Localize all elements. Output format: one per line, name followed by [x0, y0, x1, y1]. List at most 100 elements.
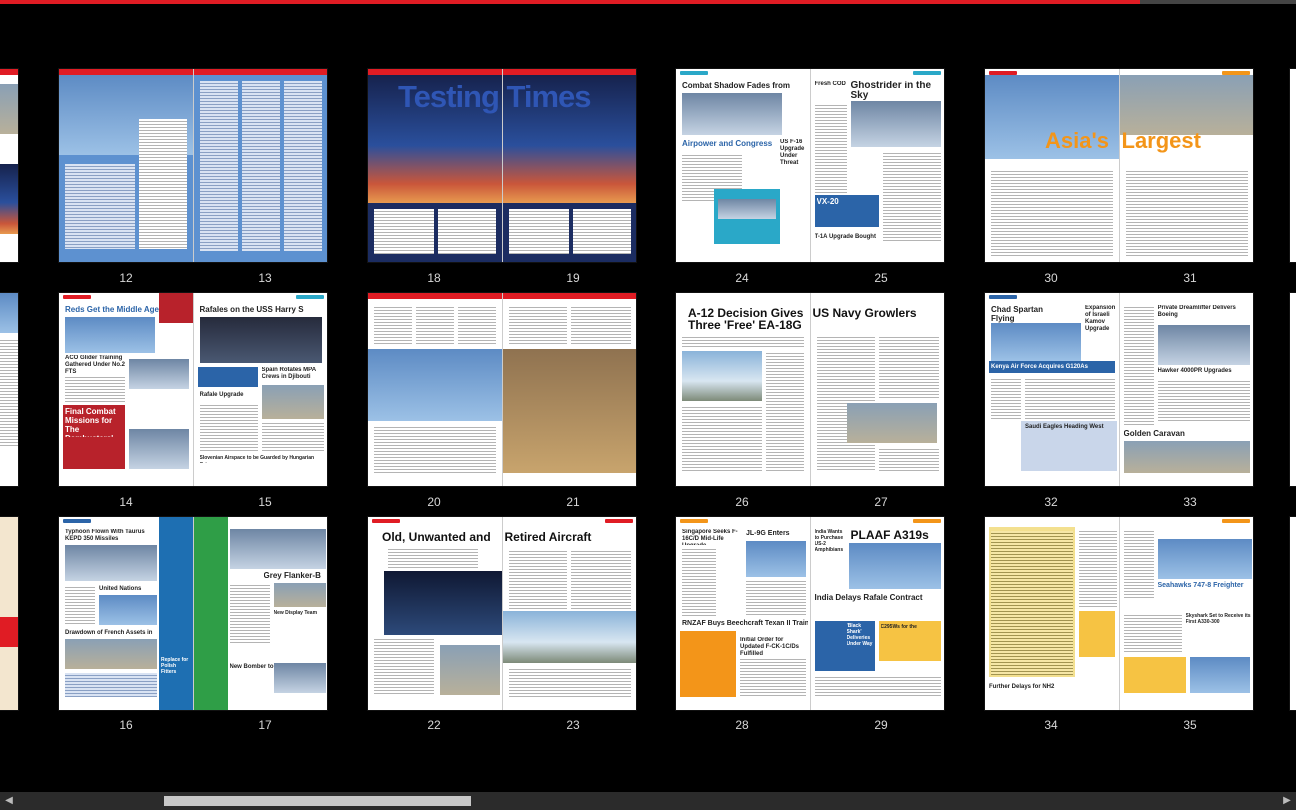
- headline: Singapore Seeks F-16C/D Mid-Life Upgrade: [682, 529, 738, 545]
- partial-spread-thumbnail[interactable]: [0, 293, 18, 486]
- page-number-label: 18: [427, 271, 441, 285]
- headline: Final Combat Missions for The Dambusters…: [65, 407, 116, 437]
- spread-34-35-thumbnail[interactable]: Further Delays for NH2 Seahawks 747-8 Fr…: [985, 517, 1253, 710]
- page-number-label: 29: [874, 718, 888, 732]
- spread-14-15-thumbnail[interactable]: Reds Get the Middle Age Blues ACO Glider…: [59, 293, 327, 486]
- headline: Golden Caravan: [1123, 429, 1185, 438]
- text-block: [814, 103, 847, 193]
- page-number-label: 30: [1044, 271, 1058, 285]
- scroll-right-arrow-icon[interactable]: ▶: [1278, 792, 1296, 810]
- text-block: [374, 305, 412, 345]
- headline: A-12 Decision Gives Three 'Free' EA-18G: [688, 307, 804, 332]
- page-thumbnail: Combat Shadow Fades from RAF Mildenhall …: [676, 69, 810, 262]
- section-tag: [1221, 519, 1250, 523]
- page-thumbnail: Further Delays for NH2: [985, 517, 1119, 710]
- section-tag: [912, 71, 941, 75]
- headline: VX-20 Poseidon: [816, 197, 839, 206]
- text-block: [570, 305, 631, 345]
- spread-30-31-thumbnail[interactable]: Asia's Largest: [985, 69, 1253, 262]
- text-block: [814, 675, 941, 697]
- spread-22-23-thumbnail[interactable]: Old, Unwanted and Retired Aircraft: [368, 517, 636, 710]
- article-title: Testing: [398, 79, 500, 114]
- spread-20-21-thumbnail[interactable]: [368, 293, 636, 486]
- headline: Further Delays for NH2: [989, 684, 1055, 690]
- page-thumbnail: Old, Unwanted and: [368, 517, 502, 710]
- photo: [746, 541, 806, 577]
- text-block: [374, 209, 434, 254]
- headline: Rafale Upgrade Funded: [199, 392, 244, 398]
- text-block: [740, 657, 806, 697]
- text-block: [991, 377, 1021, 421]
- text-block: [1123, 529, 1154, 599]
- photo: [99, 595, 157, 625]
- spread-28-29-thumbnail[interactable]: Singapore Seeks F-16C/D Mid-Life Upgrade…: [676, 517, 944, 710]
- text-block: [682, 405, 762, 471]
- photo: [991, 323, 1081, 361]
- partial-spread-thumbnail[interactable]: [0, 517, 18, 710]
- page-number-label: 16: [119, 718, 133, 732]
- page-thumbnail: A-12 Decision Gives Three 'Free' EA-18G: [676, 293, 810, 486]
- page-thumbnail: Times: [501, 69, 636, 262]
- headline: Chad Spartan Flying: [991, 305, 1044, 323]
- photo: [0, 164, 18, 234]
- text-block: [682, 547, 716, 617]
- text-block: [882, 151, 941, 241]
- headline: Fresh COD: [814, 81, 846, 87]
- page-thumbnail: Grey Flanker-B New Display Team Planned …: [192, 517, 327, 710]
- photo: [718, 199, 776, 219]
- headline: Hawker 4000PR Upgrades Under Way: [1157, 368, 1232, 374]
- page-thumbnail: Rafales on the USS Harry S Truman Rafale…: [192, 293, 327, 486]
- headline: Old, Unwanted and: [382, 531, 491, 544]
- photo: [65, 317, 155, 353]
- text-block: [458, 305, 496, 345]
- section-tag: [912, 519, 941, 523]
- partial-spread-thumbnail[interactable]: [1290, 293, 1296, 486]
- text-block: [570, 549, 631, 609]
- spread-12-13-thumbnail[interactable]: [59, 69, 327, 262]
- page-number-label: 14: [119, 495, 133, 509]
- page-number-label: 19: [566, 271, 580, 285]
- headline: Kenya Air Force Acquires G120As: [991, 364, 1088, 370]
- page-number-label: 24: [735, 271, 749, 285]
- headline: Replace for Polish Fitters: [161, 657, 189, 675]
- spread-18-19-thumbnail[interactable]: Testing Times: [368, 69, 636, 262]
- page-thumbnail: Testing: [368, 69, 502, 262]
- page-thumbnail: Largest: [1118, 69, 1253, 262]
- article-title: Asia's: [1045, 129, 1109, 153]
- spread-26-27-thumbnail[interactable]: A-12 Decision Gives Three 'Free' EA-18G …: [676, 293, 944, 486]
- photo: [0, 293, 18, 333]
- page-thumbnail: India Wants to Purchase US-2 Amphibians …: [809, 517, 944, 710]
- article-title: Largest: [1121, 129, 1201, 153]
- horizontal-scrollbar[interactable]: ◀ ▶: [0, 792, 1296, 810]
- scrollbar-thumb[interactable]: [164, 796, 471, 806]
- text-block: [139, 119, 187, 249]
- photo: [273, 663, 326, 693]
- photo: [1157, 325, 1250, 365]
- headline: US F-16 Upgrade Under Threat: [780, 139, 805, 166]
- text-block: [261, 421, 324, 453]
- headline: C295Ws for the Philippines: [880, 624, 917, 630]
- section-tag: [680, 71, 708, 75]
- spread-32-33-thumbnail[interactable]: Chad Spartan Flying Expansion of Israeli…: [985, 293, 1253, 486]
- partial-spread-thumbnail[interactable]: [0, 69, 18, 262]
- text-block: [572, 209, 631, 254]
- page-thumbnail: [0, 293, 18, 486]
- text-block: [0, 338, 18, 448]
- section-tag: [989, 295, 1017, 299]
- page-thumbnail: Retired Aircraft: [501, 517, 636, 710]
- spread-24-25-thumbnail[interactable]: Combat Shadow Fades from RAF Mildenhall …: [676, 69, 944, 262]
- partial-spread-thumbnail[interactable]: [1290, 517, 1296, 710]
- highlight-box: [680, 631, 736, 697]
- page-thumbnail-grid: Testing Times Combat Shadow Fades from R…: [0, 0, 1296, 790]
- photo: [1123, 441, 1250, 473]
- partial-spread-thumbnail[interactable]: [1290, 69, 1296, 262]
- text-block: [388, 547, 478, 569]
- scroll-left-arrow-icon[interactable]: ◀: [0, 792, 18, 810]
- text-block: [283, 81, 322, 251]
- text-block: [1025, 377, 1115, 421]
- photo: [682, 351, 762, 401]
- page-thumbnail: [59, 69, 193, 262]
- page-number-label: 35: [1183, 718, 1197, 732]
- page-thumbnail: US Navy Growlers: [809, 293, 944, 486]
- spread-16-17-thumbnail[interactable]: Typhoon Flown With Taurus KEPD 350 Missi…: [59, 517, 327, 710]
